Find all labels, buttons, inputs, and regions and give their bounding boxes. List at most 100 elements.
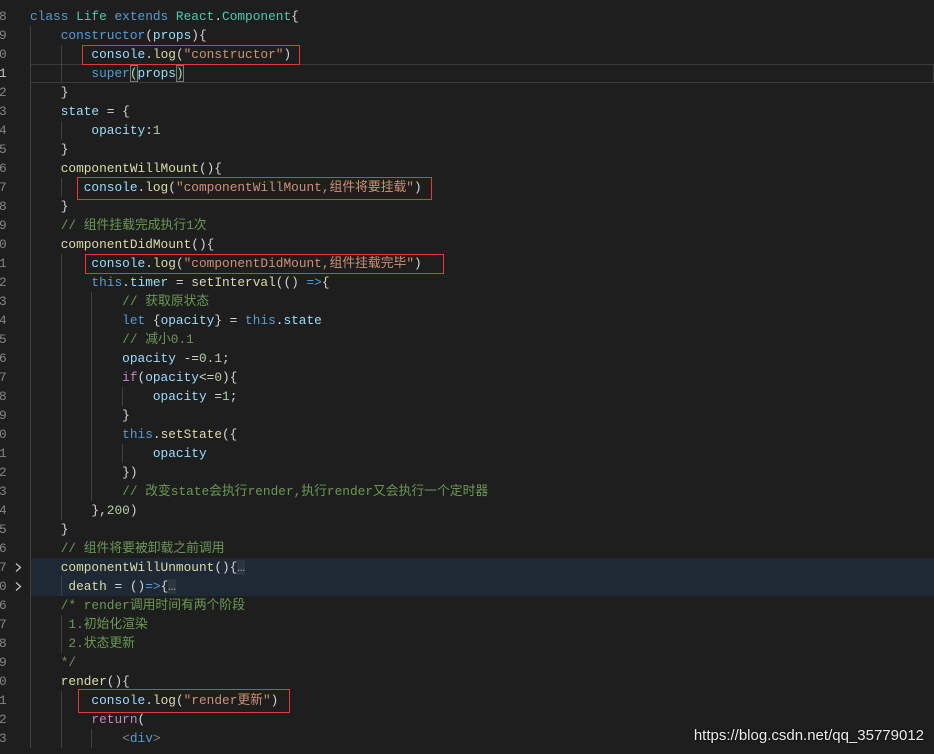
code-line[interactable]: 6 /* render调用时间有两个阶段 <box>0 596 934 615</box>
code-line[interactable]: 6 // 组件将要被卸载之前调用 <box>0 539 934 558</box>
annotation-box-render-log <box>78 689 290 713</box>
code-token: return <box>30 712 138 727</box>
code-line[interactable]: 4 let {opacity} = this.state <box>0 311 934 330</box>
chevron-right-icon[interactable] <box>13 581 23 592</box>
code-token: let <box>30 313 153 328</box>
code-line[interactable]: 2 this.timer = setInterval(() =>{ <box>0 273 934 292</box>
line-number: 7 <box>0 180 7 195</box>
code-token: 2.状态更新 <box>30 636 135 651</box>
code-line[interactable]: 0 this.setState({ <box>0 425 934 444</box>
code-token: (){ <box>214 560 238 575</box>
code-token: setInterval <box>191 275 276 290</box>
line-number: 6 <box>0 161 7 176</box>
code-text: opacity:1 <box>30 121 160 140</box>
code-line[interactable]: 2 }) <box>0 463 934 482</box>
code-token: ) <box>129 503 138 518</box>
line-number: 0 <box>0 47 7 62</box>
code-text: } <box>30 197 69 216</box>
code-line[interactable]: 3 // 获取原状态 <box>0 292 934 311</box>
code-text: if(opacity<=0){ <box>30 368 237 387</box>
code-token: 0.1 <box>198 351 223 366</box>
code-line[interactable]: 3 // 改变state会执行render,执行render又会执行一个定时器 <box>0 482 934 501</box>
line-highlight <box>30 653 934 672</box>
code-line[interactable]: 4 },200) <box>0 501 934 520</box>
line-number: 3 <box>0 104 7 119</box>
line-highlight <box>30 83 934 102</box>
code-text: class Life extends React.Component{ <box>30 7 299 26</box>
line-number: 2 <box>0 465 7 480</box>
code-line[interactable]: 8 2.状态更新 <box>0 634 934 653</box>
code-line[interactable]: 6 opacity -=0.1; <box>0 349 934 368</box>
line-number: 0 <box>0 674 7 689</box>
bracket-match-close <box>175 65 184 82</box>
code-line-folded[interactable]: 7 componentWillUnmount(){… <box>0 558 934 577</box>
code-token: ; <box>229 389 238 404</box>
code-token: 1 <box>222 389 230 404</box>
code-token: /* render调用时间有两个阶段 <box>30 598 246 613</box>
code-token: 1.初始化渲染 <box>30 617 148 632</box>
code-line[interactable]: 8 class Life extends React.Component{ <box>0 7 934 26</box>
code-line[interactable]: 5 } <box>0 140 934 159</box>
line-number: 4 <box>0 123 7 138</box>
code-token: }, <box>30 503 107 518</box>
code-line[interactable]: 7 if(opacity<=0){ <box>0 368 934 387</box>
code-text: // 改变state会执行render,执行render又会执行一个定时器 <box>30 482 488 501</box>
code-token: . <box>122 275 130 290</box>
code-token: { <box>291 9 299 24</box>
line-number: 2 <box>0 85 7 100</box>
code-text: // 组件将要被卸载之前调用 <box>30 539 225 558</box>
code-token: (() <box>275 275 307 290</box>
code-token: } = <box>214 313 246 328</box>
code-text: <div> <box>30 729 160 748</box>
code-line[interactable]: 5 } <box>0 520 934 539</box>
code-token: div <box>129 731 153 746</box>
fold-ellipsis[interactable]: … <box>237 560 246 575</box>
code-line[interactable]: 6 componentWillMount(){ <box>0 159 934 178</box>
code-line[interactable]: 9 } <box>0 406 934 425</box>
code-token: componentDidMount <box>30 237 192 252</box>
code-token: // 组件将要被卸载之前调用 <box>30 541 225 556</box>
watermark: https://blog.csdn.net/qq_35779012 <box>693 727 924 744</box>
code-token: ({ <box>222 427 238 442</box>
code-text: 2.状态更新 <box>30 634 135 653</box>
code-token: this <box>30 427 153 442</box>
code-line[interactable]: 9 */ <box>0 653 934 672</box>
code-line[interactable]: 0 componentDidMount(){ <box>0 235 934 254</box>
line-number: 8 <box>0 9 7 24</box>
code-token: } <box>30 85 69 100</box>
code-token: opacity <box>145 370 199 385</box>
code-line[interactable]: 1 opacity <box>0 444 934 463</box>
code-line[interactable]: 8 opacity =1; <box>0 387 934 406</box>
code-line[interactable]: 7 1.初始化渲染 <box>0 615 934 634</box>
code-editor[interactable]: 8 class Life extends React.Component{9 co… <box>0 0 934 754</box>
line-number: 3 <box>0 484 7 499</box>
code-line[interactable]: 2 } <box>0 83 934 102</box>
line-number: 4 <box>0 313 7 328</box>
line-number: 1 <box>0 66 7 81</box>
chevron-right-icon[interactable] <box>13 562 23 573</box>
code-token: class <box>30 9 77 24</box>
code-line[interactable]: 9 // 组件挂载完成执行1次 <box>0 216 934 235</box>
code-token: ( <box>145 28 153 43</box>
code-token: // 减小0.1 <box>30 332 194 347</box>
line-number: 1 <box>0 446 7 461</box>
code-token: Life <box>76 9 115 24</box>
line-number: 1 <box>0 693 7 708</box>
code-line[interactable]: 3 state = { <box>0 102 934 121</box>
code-line[interactable]: 9 constructor(props){ <box>0 26 934 45</box>
line-number: 5 <box>0 332 7 347</box>
code-token: constructor <box>30 28 146 43</box>
line-number: 8 <box>0 389 7 404</box>
code-token: < <box>30 731 130 746</box>
code-text: } <box>30 406 130 425</box>
code-line[interactable]: 5 // 减小0.1 <box>0 330 934 349</box>
code-token: (){ <box>106 674 130 689</box>
line-number: 6 <box>0 541 7 556</box>
code-line[interactable]: 4 opacity:1 <box>0 121 934 140</box>
code-line-folded[interactable]: 0 death = ()=>{… <box>0 577 934 596</box>
code-token: if <box>30 370 138 385</box>
annotation-box-did-mount-log <box>85 254 444 274</box>
code-line-current[interactable]: 1 super(props) <box>0 64 934 83</box>
line-number: 0 <box>0 427 7 442</box>
fold-ellipsis[interactable]: … <box>168 579 176 594</box>
